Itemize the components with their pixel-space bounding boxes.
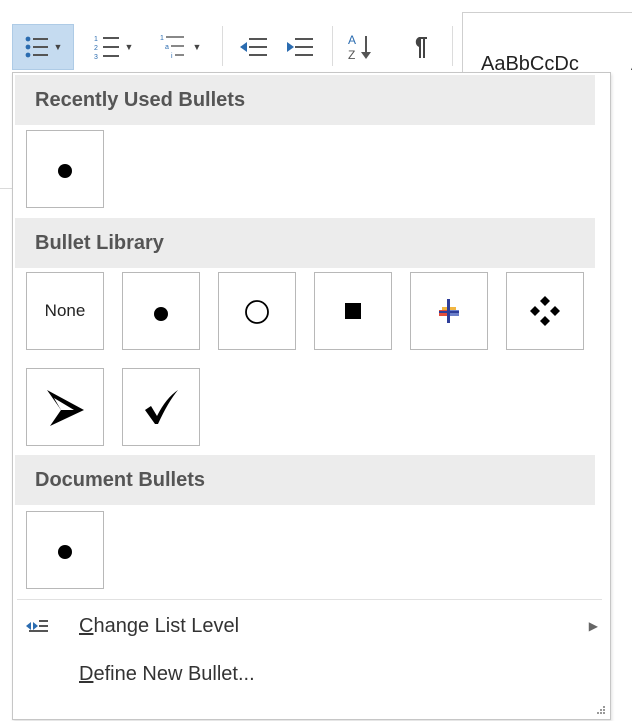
svg-text:2: 2: [94, 45, 98, 52]
ribbon-separator: [452, 26, 453, 66]
filled-circle-bullet-icon: [154, 307, 168, 321]
svg-text:a: a: [165, 44, 169, 51]
menu-divider: [17, 599, 602, 600]
library-tile-filled-circle[interactable]: [122, 272, 200, 350]
decrease-indent-button[interactable]: [234, 24, 274, 70]
section-header-bullet-library: Bullet Library: [15, 218, 595, 268]
square-bullet-icon: [345, 303, 361, 319]
section-header-recently-used: Recently Used Bullets: [15, 75, 595, 125]
ribbon: ▼ 1 2 3 ▼ 1 a i ▼ A Z AaBbCcDc: [0, 0, 632, 78]
recent-bullet-tile[interactable]: [26, 130, 104, 208]
sort-icon: A Z: [348, 33, 371, 62]
svg-text:A: A: [348, 33, 356, 47]
change-list-level-item[interactable]: Change List Level ▶: [13, 606, 610, 646]
svg-text:1: 1: [94, 36, 98, 43]
library-tile-none[interactable]: None: [26, 272, 104, 350]
svg-text:1: 1: [160, 35, 164, 42]
increase-indent-button[interactable]: [280, 24, 320, 70]
change-list-level-label: Change List Level: [79, 615, 240, 637]
bullets-icon: [25, 36, 48, 58]
svg-text:3: 3: [94, 54, 98, 61]
filled-circle-bullet-icon: [58, 164, 72, 178]
chevron-down-icon: ▼: [53, 42, 63, 52]
library-tile-colored-cross[interactable]: [410, 272, 488, 350]
checkmark-bullet-icon: [145, 390, 178, 424]
library-tile-checkmark[interactable]: [122, 368, 200, 446]
chevron-down-icon: ▼: [192, 42, 202, 52]
section-header-document-bullets: Document Bullets: [15, 455, 595, 505]
decrease-indent-icon: [240, 38, 267, 56]
numbering-button[interactable]: 1 2 3 ▼: [82, 24, 144, 70]
library-tile-hollow-circle[interactable]: [218, 272, 296, 350]
numbering-icon: 1 2 3: [94, 36, 119, 61]
ribbon-separator: [222, 26, 223, 66]
define-new-bullet-label: Define New Bullet...: [79, 663, 255, 685]
increase-indent-icon: [287, 38, 313, 56]
document-bullet-tile[interactable]: [26, 511, 104, 589]
multilevel-list-button[interactable]: 1 a i ▼: [150, 24, 210, 70]
resize-grip-icon[interactable]: [596, 705, 606, 715]
change-list-level-icon: [26, 620, 48, 632]
define-new-bullet-item[interactable]: Define New Bullet...: [13, 654, 610, 694]
library-tile-arrowhead[interactable]: [26, 368, 104, 446]
bullets-button[interactable]: ▼: [12, 24, 74, 70]
library-tile-diamond-cluster[interactable]: [506, 272, 584, 350]
colored-cross-bullet-icon: [439, 299, 459, 323]
library-tile-square[interactable]: [314, 272, 392, 350]
chevron-down-icon: ▼: [124, 42, 134, 52]
filled-circle-bullet-icon: [58, 545, 72, 559]
ribbon-separator: [332, 26, 333, 66]
show-formatting-marks-button[interactable]: [400, 24, 440, 70]
sort-button[interactable]: A Z: [340, 24, 380, 70]
arrowhead-bullet-icon: [47, 390, 84, 426]
hollow-circle-bullet-icon: [245, 300, 269, 324]
svg-text:Z: Z: [348, 48, 355, 62]
diamond-cluster-bullet-icon: [530, 296, 560, 326]
multilevel-list-icon: 1 a i: [160, 35, 184, 60]
svg-text:i: i: [171, 53, 173, 60]
submenu-arrow-icon: ▶: [588, 619, 598, 633]
styles-gallery[interactable]: AaBbCcDc A: [462, 12, 632, 78]
show-formatting-marks-icon: [415, 37, 427, 58]
bullets-dropdown: Recently Used Bullets Bullet Library Non…: [12, 72, 611, 720]
none-label: None: [44, 301, 86, 320]
